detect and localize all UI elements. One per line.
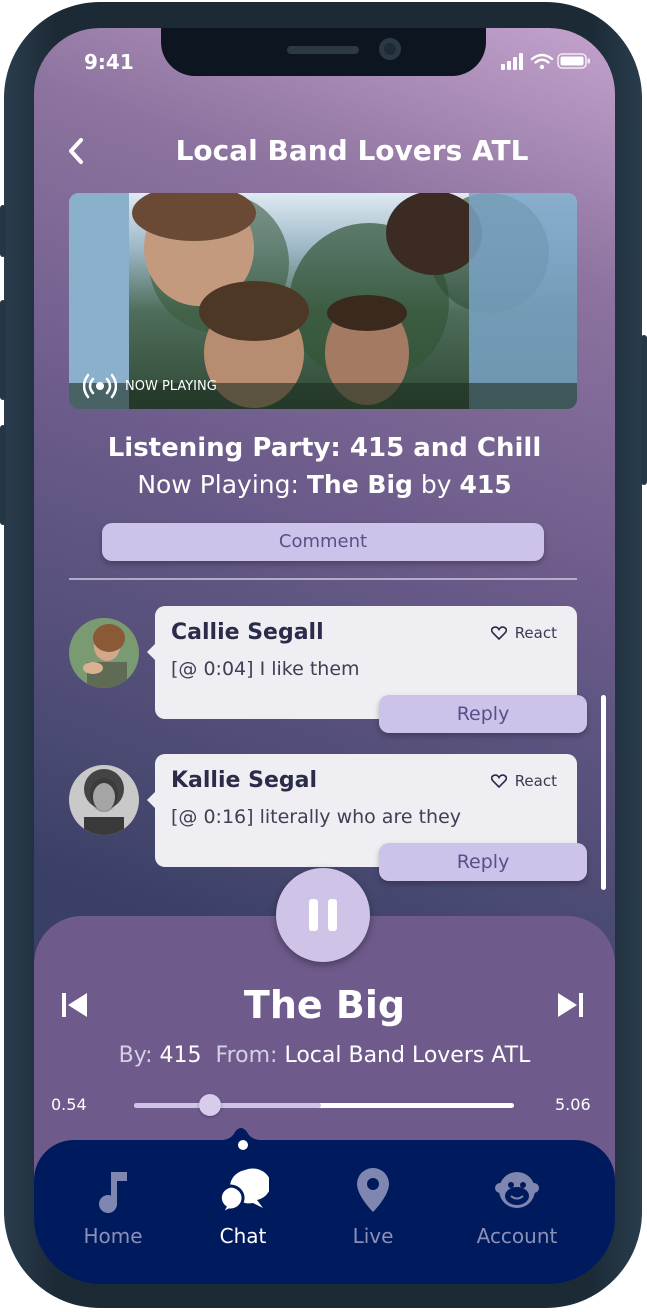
track-from-label: From:	[215, 1043, 278, 1068]
tab-chat-label: Chat	[219, 1224, 267, 1248]
avatar[interactable]	[69, 618, 139, 688]
react-label: React	[514, 772, 557, 790]
pause-icon	[328, 899, 337, 931]
avatar[interactable]	[69, 765, 139, 835]
tab-account[interactable]: Account	[462, 1166, 572, 1248]
tab-home-label: Home	[83, 1224, 143, 1248]
react-label: React	[514, 624, 557, 642]
comment-text: [@ 0:16] literally who are they	[171, 806, 462, 828]
notch	[161, 28, 486, 76]
now-playing-badge: NOW PLAYING	[83, 373, 217, 399]
now-playing-label: NOW PLAYING	[125, 378, 217, 394]
progress-thumb[interactable]	[199, 1094, 221, 1116]
status-icons	[501, 53, 590, 70]
now-playing-song: The Big	[306, 470, 413, 499]
now-playing-by: by	[420, 470, 452, 499]
track-by-label: By:	[118, 1043, 153, 1068]
elapsed-time: 0.54	[51, 1095, 87, 1114]
tab-live-label: Live	[352, 1224, 394, 1248]
comment-author: Kallie Segal	[171, 768, 317, 793]
monkey-avatar-icon	[495, 1172, 539, 1208]
now-playing-prefix: Now Playing:	[137, 470, 299, 499]
tab-chat[interactable]: Chat	[188, 1166, 298, 1248]
party-now-playing: Now Playing: The Big by 415	[34, 470, 615, 499]
track-title: The Big	[243, 983, 406, 1027]
track-meta: By: 415 From: Local Band Lovers ATL	[34, 1043, 615, 1068]
track-source: Local Band Lovers ATL	[284, 1043, 531, 1068]
heart-icon	[490, 626, 507, 640]
pause-icon	[309, 899, 318, 931]
page-title: Local Band Lovers ATL	[175, 134, 529, 167]
battery-icon	[557, 53, 590, 69]
comment-text: [@ 0:04] I like them	[171, 658, 360, 680]
music-note-icon	[99, 1172, 127, 1213]
location-pin-icon	[357, 1168, 389, 1212]
comment-author: Callie Segall	[171, 620, 324, 645]
side-button-volume-up	[0, 300, 6, 400]
reply-button[interactable]: Reply	[379, 843, 587, 881]
side-button-volume-down	[0, 425, 6, 525]
comment-button[interactable]: Comment	[102, 523, 544, 561]
broadcast-icon	[83, 373, 117, 399]
skip-next-icon[interactable]	[554, 990, 586, 1020]
tab-live[interactable]: Live	[318, 1166, 428, 1248]
react-button[interactable]: React	[490, 772, 557, 790]
tab-home[interactable]: Home	[58, 1166, 168, 1248]
signal-icon	[501, 53, 523, 70]
camera-icon	[379, 38, 401, 60]
wifi-icon	[530, 53, 554, 64]
tab-account-label: Account	[476, 1224, 558, 1248]
active-tab-indicator	[238, 1140, 248, 1150]
divider	[69, 578, 577, 580]
speaker-grille	[287, 46, 359, 54]
side-button-power	[641, 335, 647, 485]
heart-icon	[490, 774, 507, 788]
scrollbar[interactable]	[601, 695, 606, 890]
now-playing-artist: 415	[459, 470, 512, 499]
pause-button[interactable]	[276, 868, 370, 962]
chat-bubbles-icon	[218, 1168, 269, 1216]
avatar-photo	[69, 618, 139, 688]
status-time: 9:41	[84, 50, 134, 74]
avatar-photo	[69, 765, 139, 835]
progress-buffered	[134, 1103, 321, 1108]
app-screen: 9:41 Local Band Lovers ATL NOW PLAYING L…	[34, 28, 615, 1284]
party-title: Listening Party: 415 and Chill	[107, 433, 542, 463]
side-button-mute	[0, 205, 6, 257]
reply-button[interactable]: Reply	[379, 695, 587, 733]
track-artist: 415	[159, 1043, 202, 1068]
total-time: 5.06	[555, 1095, 591, 1114]
react-button[interactable]: React	[490, 624, 557, 642]
video-player[interactable]: NOW PLAYING	[69, 193, 577, 409]
